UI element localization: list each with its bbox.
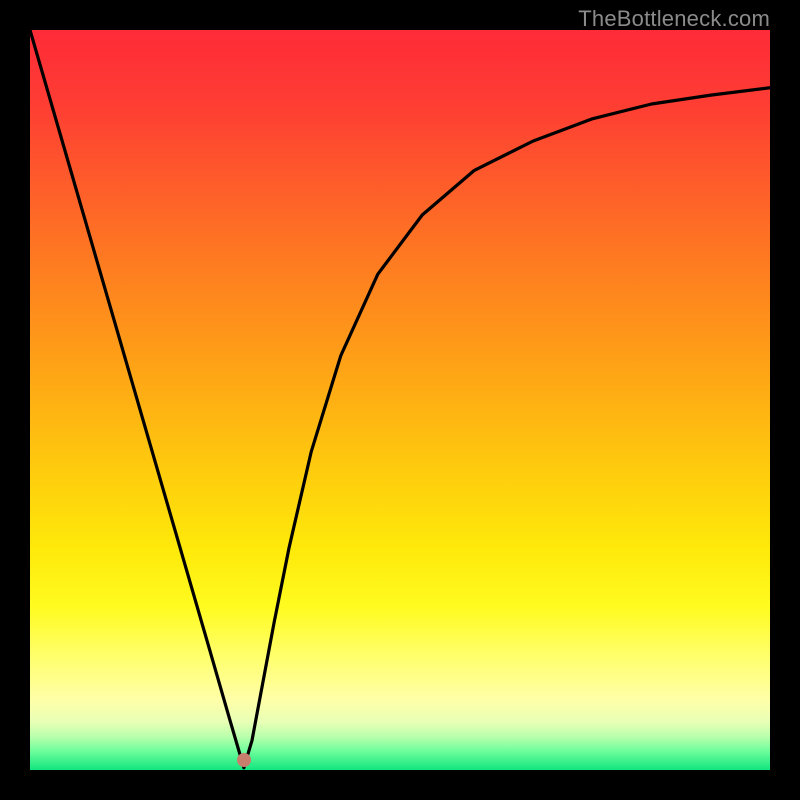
optimal-point-marker <box>237 753 251 767</box>
gradient-background <box>30 30 770 770</box>
watermark-text: TheBottleneck.com <box>578 6 770 32</box>
chart-frame <box>30 30 770 770</box>
